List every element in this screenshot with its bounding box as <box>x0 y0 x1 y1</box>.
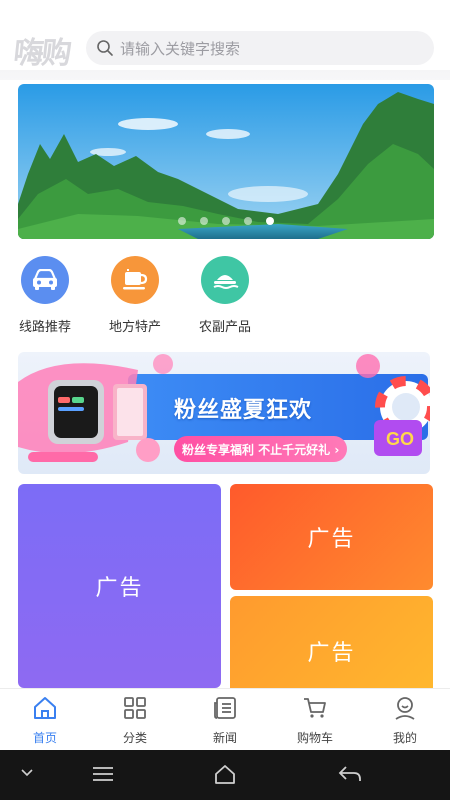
cart-icon <box>304 698 326 718</box>
category-route[interactable]: 线路推荐 <box>10 252 80 335</box>
tab-profile[interactable]: 我的 <box>370 695 440 746</box>
home-icon <box>34 697 56 719</box>
menu-icon[interactable] <box>92 765 114 783</box>
tab-category[interactable]: 分类 <box>100 695 170 746</box>
news-icon <box>214 697 236 719</box>
tab-label: 新闻 <box>212 731 237 745</box>
category-specialty[interactable]: 地方特产 <box>100 252 170 335</box>
boat-icon <box>201 256 249 304</box>
carousel-dots <box>18 217 434 225</box>
tab-label: 我的 <box>392 731 417 745</box>
category-farm[interactable]: 农副产品 <box>190 252 260 335</box>
ad-label: 广告 <box>307 641 356 666</box>
ad-label: 广告 <box>307 527 356 552</box>
collapse-chevron-icon[interactable] <box>20 768 34 778</box>
banner-image <box>18 84 434 239</box>
promo-subtitle: 粉丝专享福利 不止千元好礼 › <box>174 436 348 462</box>
banner-carousel[interactable] <box>18 84 434 239</box>
profile-icon <box>395 697 415 720</box>
bottom-tab-bar: 首页 分类 新闻 购物车 我的 <box>0 688 450 750</box>
ad-tile-large[interactable]: 广告 <box>18 484 221 688</box>
app-logo: 嗨购 <box>11 36 72 71</box>
search-bar[interactable]: 请输入关键字搜索 <box>86 31 434 65</box>
carousel-dot[interactable] <box>200 217 208 225</box>
system-navigation-bar <box>0 750 450 800</box>
promo-title: 粉丝盛夏狂欢 <box>174 398 313 423</box>
tab-home[interactable]: 首页 <box>10 695 80 746</box>
header: 嗨购 请输入关键字搜索 <box>0 0 450 71</box>
search-placeholder: 请输入关键字搜索 <box>120 39 241 58</box>
carousel-dot[interactable] <box>222 217 230 225</box>
grid-icon <box>124 697 146 719</box>
go-text: GO <box>386 429 414 449</box>
category-label: 线路推荐 <box>18 320 71 335</box>
carousel-dot[interactable] <box>178 217 186 225</box>
category-label: 农副产品 <box>198 320 251 335</box>
cup-icon <box>111 256 159 304</box>
home-nav-icon[interactable] <box>214 763 236 785</box>
car-icon <box>21 256 69 304</box>
promo-banner[interactable]: GO 粉丝盛夏狂欢 粉丝专享福利 不止千元好礼 › <box>18 352 430 474</box>
ad-label: 广告 <box>95 576 144 601</box>
tab-label: 购物车 <box>296 731 333 745</box>
tab-news[interactable]: 新闻 <box>190 695 260 746</box>
tab-label: 首页 <box>32 731 57 745</box>
app-screen: 嗨购 请输入关键字搜索 线路推荐 地方特产 农副产品 GO 粉丝盛夏狂欢 粉丝专… <box>0 0 450 800</box>
search-icon <box>97 40 113 56</box>
carousel-dot-active[interactable] <box>266 217 274 225</box>
back-icon[interactable] <box>338 764 362 784</box>
tab-label: 分类 <box>122 731 147 745</box>
category-row: 线路推荐 地方特产 农副产品 <box>0 252 450 338</box>
tab-cart[interactable]: 购物车 <box>280 695 350 746</box>
category-label: 地方特产 <box>108 320 161 335</box>
carousel-dot[interactable] <box>244 217 252 225</box>
ad-tile-top[interactable]: 广告 <box>230 484 433 590</box>
